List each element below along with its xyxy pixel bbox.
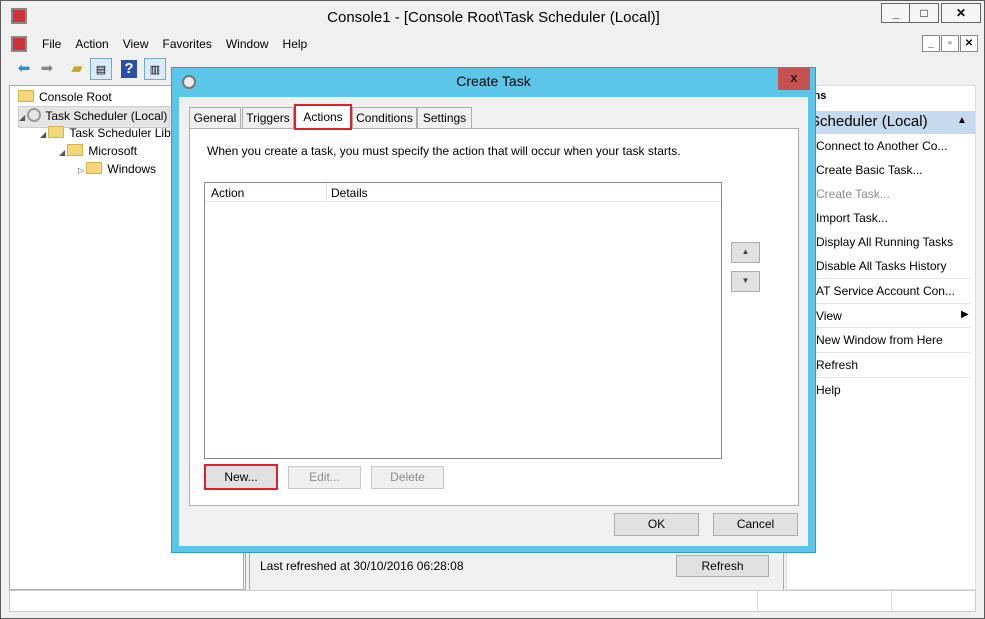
up-folder-icon[interactable]: ▰ — [66, 58, 88, 80]
cancel-button[interactable]: Cancel — [713, 513, 798, 536]
menu-favorites[interactable]: Favorites — [156, 35, 219, 53]
action-refresh[interactable]: Refresh — [816, 356, 858, 374]
forward-arrow-icon[interactable]: ➡ — [36, 58, 58, 80]
close-button[interactable]: ✕ — [941, 3, 981, 23]
status-bar — [9, 590, 976, 612]
tab-actions[interactable]: Actions — [294, 104, 352, 130]
action-create-task[interactable]: Create Task... — [816, 185, 890, 203]
window-title: Console1 - [Console Root\Task Scheduler … — [327, 9, 660, 26]
folder-icon — [18, 90, 34, 102]
divider — [813, 303, 971, 304]
tree-item-windows[interactable]: ▷ Windows — [78, 160, 156, 180]
actions-list[interactable]: Action Details — [204, 182, 722, 459]
tab-general[interactable]: General — [189, 107, 241, 129]
action-create-basic-task[interactable]: Create Basic Task... — [816, 161, 923, 179]
tree-item-console-root[interactable]: Console Root — [18, 88, 112, 106]
show-hide-tree-icon[interactable]: ▤ — [90, 58, 112, 80]
divider — [813, 278, 971, 279]
ok-button[interactable]: OK — [614, 513, 699, 536]
action-new-window[interactable]: New Window from Here — [816, 331, 943, 349]
tab-settings[interactable]: Settings — [417, 107, 472, 129]
tree-item-microsoft[interactable]: ◢ Microsoft — [59, 142, 137, 162]
folder-icon — [86, 162, 103, 174]
last-refreshed-text: Last refreshed at 30/10/2016 06:28:08 — [260, 559, 464, 573]
menu-file[interactable]: File — [35, 35, 68, 53]
delete-action-button[interactable]: Delete — [371, 466, 444, 489]
action-at-service[interactable]: AT Service Account Con... — [816, 282, 955, 300]
dialog-title: Create Task — [456, 73, 531, 89]
help-icon[interactable]: ? — [121, 60, 137, 78]
edit-action-button[interactable]: Edit... — [288, 466, 361, 489]
new-action-button[interactable]: New... — [204, 464, 278, 490]
back-arrow-icon[interactable]: ⬅ — [13, 58, 35, 80]
action-view[interactable]: View — [816, 307, 842, 325]
action-disable-history[interactable]: Disable All Tasks History — [816, 257, 947, 275]
dialog-close-button[interactable]: x — [778, 68, 810, 90]
show-hide-action-pane-icon[interactable]: ▥ — [144, 58, 166, 80]
action-connect[interactable]: Connect to Another Co... — [816, 137, 947, 155]
minimize-button[interactable]: _ — [881, 3, 911, 23]
tab-triggers[interactable]: Triggers — [242, 107, 294, 129]
move-up-button[interactable]: ▲ — [731, 242, 760, 263]
tree-item-task-scheduler-library[interactable]: ◢ Task Scheduler Library — [40, 124, 191, 144]
menu-view[interactable]: View — [116, 35, 156, 53]
console-icon[interactable] — [11, 36, 27, 52]
menu-help[interactable]: Help — [276, 35, 315, 53]
divider — [813, 377, 971, 378]
action-import-task[interactable]: Import Task... — [816, 209, 888, 227]
folder-icon — [67, 144, 84, 156]
actions-description: When you create a task, you must specify… — [207, 144, 681, 158]
column-header-details[interactable]: Details — [331, 186, 368, 200]
action-help[interactable]: Help — [816, 381, 841, 399]
clock-icon — [27, 108, 42, 122]
menu-action[interactable]: Action — [68, 35, 115, 53]
mdi-close-button[interactable]: ✕ — [960, 35, 978, 52]
collapse-icon[interactable]: ▲ — [957, 115, 967, 126]
action-display-running[interactable]: Display All Running Tasks — [816, 233, 953, 251]
divider — [813, 327, 971, 328]
divider — [813, 352, 971, 353]
mdi-minimize-button[interactable]: _ — [922, 35, 940, 52]
submenu-arrow-icon: ▶ — [961, 309, 969, 320]
maximize-button[interactable]: □ — [909, 3, 939, 23]
menu-window[interactable]: Window — [219, 35, 276, 53]
move-down-button[interactable]: ▼ — [731, 271, 760, 292]
list-header — [205, 183, 721, 202]
tab-conditions[interactable]: Conditions — [352, 107, 417, 129]
folder-clock-icon — [48, 126, 65, 138]
menu-bar: File Action View Favorites Window Help — [35, 35, 314, 53]
mdi-restore-button[interactable]: ▫ — [941, 35, 959, 52]
column-header-action[interactable]: Action — [211, 186, 244, 200]
refresh-button[interactable]: Refresh — [676, 555, 769, 577]
